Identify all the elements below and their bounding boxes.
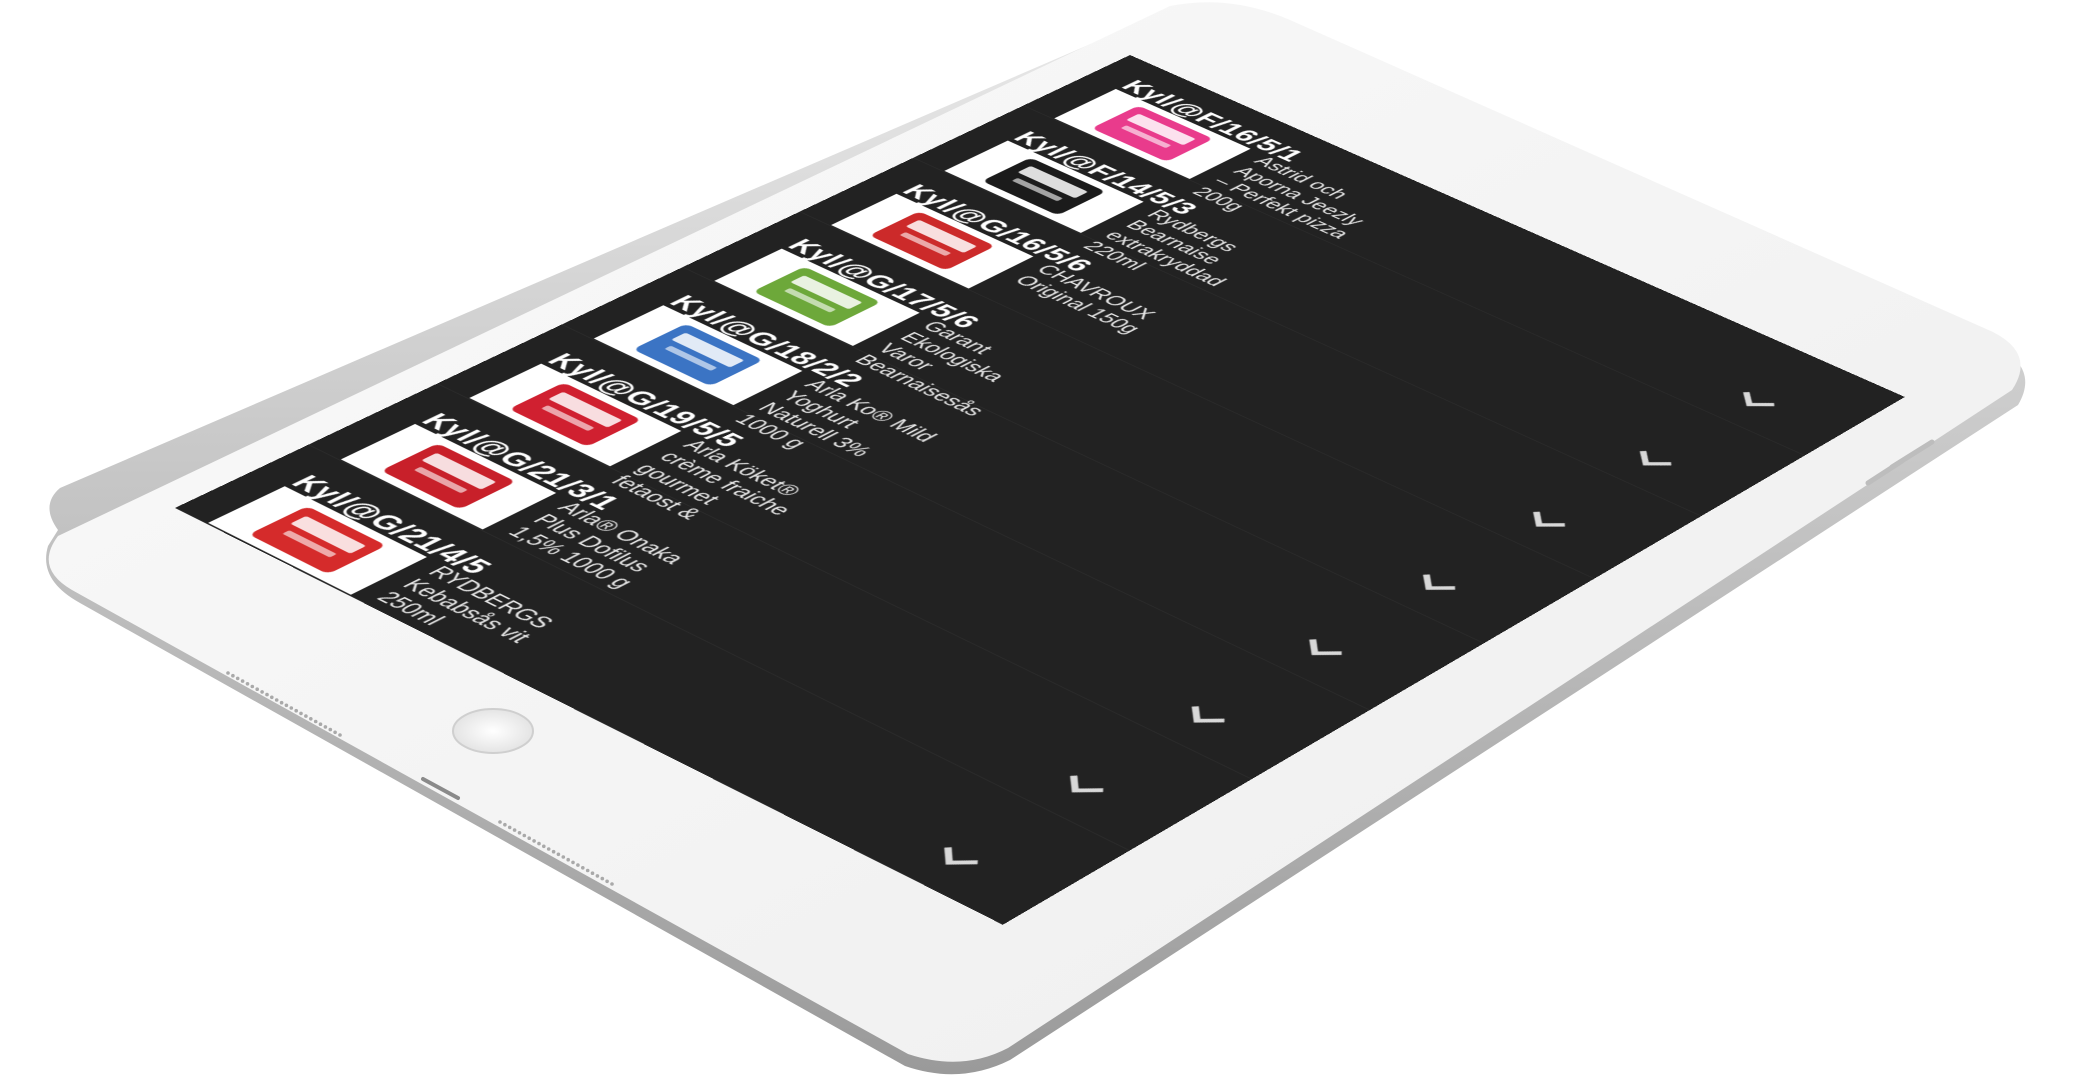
- speaker-hole: [294, 708, 299, 713]
- speaker-hole: [318, 722, 323, 726]
- speaker-hole: [226, 671, 230, 675]
- speaker-hole: [270, 695, 274, 700]
- speaker-hole: [231, 673, 235, 678]
- speaker-hole: [507, 825, 512, 830]
- speaker-hole: [610, 882, 614, 886]
- speaker-hole: [260, 690, 264, 694]
- speaker-hole: [284, 703, 289, 708]
- speaker-hole: [245, 682, 250, 686]
- speaker-hole: [274, 698, 279, 702]
- speaker-hole: [556, 852, 561, 857]
- speaker-hole: [576, 863, 580, 867]
- speaker-hole: [590, 871, 595, 875]
- speaker-hole: [522, 833, 527, 838]
- speaker-hole: [532, 839, 536, 843]
- speaker-hole: [338, 733, 342, 737]
- speaker-hole: [309, 717, 313, 721]
- speaker-hole: [512, 828, 517, 832]
- speaker-hole: [566, 857, 570, 862]
- speaker-hole: [299, 711, 303, 716]
- device-mockup: Kyl/@F/16/5/1 Astrid och Aporna Jeezly –…: [0, 0, 2074, 1086]
- chevron-down-icon[interactable]: [1291, 635, 1349, 665]
- speaker-hole: [313, 719, 318, 724]
- speaker-hole: [250, 684, 255, 689]
- speaker-hole: [240, 679, 245, 683]
- speaker-hole: [289, 706, 294, 710]
- speaker-hole: [595, 874, 600, 878]
- speaker-hole: [585, 868, 590, 873]
- speaker-hole: [323, 725, 328, 729]
- chevron-down-icon[interactable]: [1623, 447, 1678, 475]
- speaker-hole: [279, 700, 284, 705]
- chevron-down-icon[interactable]: [1051, 771, 1112, 803]
- speaker-hole: [600, 876, 605, 881]
- speaker-hole: [551, 849, 556, 854]
- speaker-hole: [503, 822, 507, 827]
- speaker-hole: [235, 676, 240, 681]
- speaker-hole: [527, 836, 531, 840]
- home-button[interactable]: [452, 708, 534, 754]
- chevron-down-icon[interactable]: [1405, 571, 1462, 600]
- chevron-down-icon[interactable]: [1727, 388, 1781, 415]
- speaker-hole: [537, 841, 541, 846]
- chevron-down-icon[interactable]: [924, 843, 986, 876]
- speaker-hole: [605, 879, 609, 884]
- speaker-hole: [255, 687, 259, 691]
- speaker-hole: [581, 866, 585, 870]
- speaker-hole: [304, 714, 308, 718]
- chevron-down-icon[interactable]: [1173, 702, 1233, 733]
- speaker-hole: [333, 730, 337, 735]
- speaker-hole: [517, 831, 522, 835]
- speaker-hole: [571, 860, 575, 865]
- speaker-hole: [561, 855, 566, 859]
- speaker-hole: [265, 692, 269, 697]
- speaker-hole: [498, 820, 502, 824]
- speaker-hole: [542, 844, 546, 849]
- speaker-hole: [328, 727, 333, 732]
- chevron-down-icon[interactable]: [1516, 508, 1572, 536]
- speaker-hole: [546, 847, 551, 851]
